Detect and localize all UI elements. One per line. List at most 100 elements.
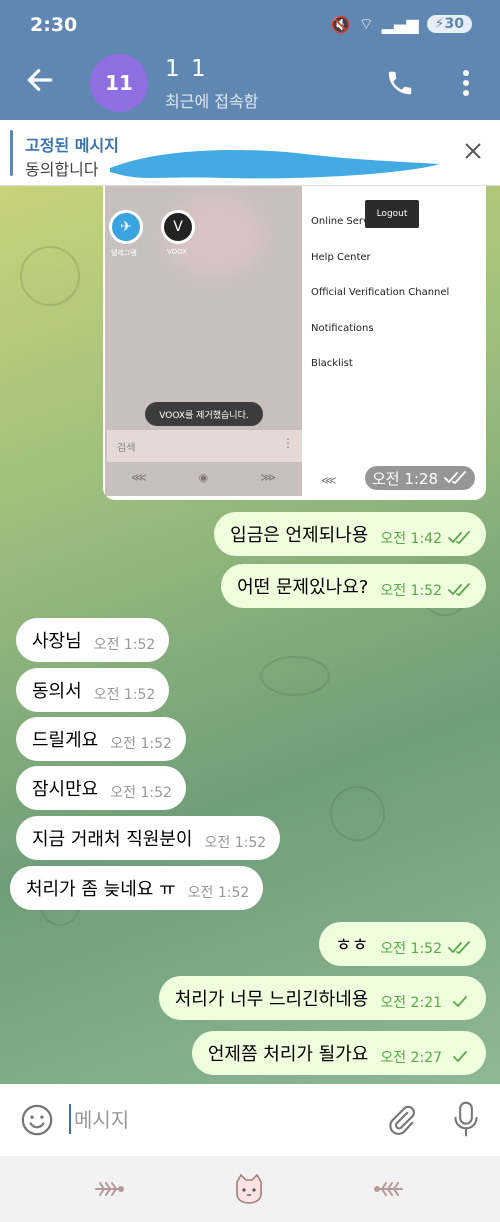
message-text: 사장님 <box>32 631 82 652</box>
message-meta: 오전 1:52 <box>94 634 156 654</box>
background-doodle <box>330 786 385 841</box>
avatar[interactable]: 11 <box>90 54 148 112</box>
menu-item: Online Serv <box>311 216 369 227</box>
more-icon: ⋮ <box>282 436 294 450</box>
pinned-text: 동의합니다 <box>25 160 99 179</box>
status-time: 2:30 <box>30 14 78 36</box>
home-nav-bar: ⋘ ◉ ⋙ <box>105 471 302 484</box>
app-label: 텔레그램 <box>111 249 137 257</box>
message-time: 오전 1:52 <box>93 687 156 703</box>
message-text: 드릴게요 <box>32 730 99 751</box>
message-text: 처리가 너무 느리긴하네용 <box>174 989 369 1010</box>
message-time: 오전 1:52 <box>110 736 172 752</box>
message-meta: 오전 1:52 <box>380 938 472 958</box>
double-check-icon <box>448 941 470 954</box>
pinned-message[interactable]: 고정된 메시지 동의합니다 <box>0 120 500 186</box>
menu-item: Notifications <box>311 323 374 334</box>
status-icons: 🔇 ⌔ ▂▄▆ ⚡30 <box>331 14 472 34</box>
screenshot-settings-menu: Online Serv Logout Help Center Official … <box>303 186 486 500</box>
chat-title[interactable]: 1 1 <box>165 56 208 82</box>
outgoing-message[interactable]: 처리가 너무 느리긴하네용 오전 2:21 <box>158 976 486 1020</box>
double-check-icon <box>448 583 470 596</box>
telegram-app-icon: ✈ <box>109 210 143 244</box>
voox-app-icon: V <box>161 210 195 244</box>
message-input[interactable]: 메시지 <box>74 1104 129 1133</box>
status-bar: 2:30 🔇 ⌔ ▂▄▆ ⚡30 <box>0 0 500 52</box>
outgoing-message[interactable]: 입금은 언제되나용 오전 1:42 <box>214 512 486 556</box>
outgoing-message[interactable]: ㅎㅎ 오전 1:52 <box>319 922 486 966</box>
menu-item: Help Center <box>311 252 371 263</box>
outgoing-message[interactable]: 어떤 문제있나요? 오전 1:52 <box>221 564 486 608</box>
system-navigation-bar <box>0 1156 500 1222</box>
message-input-bar: 메시지 <box>0 1084 500 1156</box>
phone-icon[interactable] <box>385 68 415 98</box>
background-doodle <box>260 656 330 696</box>
last-seen-status: 최근에 접속함 <box>165 92 259 111</box>
cat-home-icon[interactable] <box>231 1172 267 1206</box>
message-text: 언제쯤 처리가 될가요 <box>207 1044 369 1065</box>
battery-level: 30 <box>444 16 464 32</box>
top-bar: 2:30 🔇 ⌔ ▂▄▆ ⚡30 11 1 1 최근에 접속함 <box>0 0 500 120</box>
incoming-message[interactable]: 사장님 오전 1:52 <box>16 618 170 662</box>
screenshot-image-message[interactable]: ✈ 텔레그램 V VOOX VOOX를 제거했습니다. 검색 ⋮ ⋘ ◉ ⋙ O… <box>103 186 486 500</box>
screenshot-home-screen: ✈ 텔레그램 V VOOX VOOX를 제거했습니다. 검색 ⋮ ⋘ ◉ ⋙ <box>105 186 302 496</box>
outgoing-message[interactable]: 언제쯤 처리가 될가요 오전 2:27 <box>191 1031 486 1075</box>
message-time: 오전 1:42 <box>380 531 442 547</box>
message-text: 잠시만요 <box>32 779 99 800</box>
message-meta: 오전 1:42 <box>380 528 472 548</box>
message-time: 오전 1:52 <box>380 583 442 599</box>
chat-area[interactable]: ✈ 텔레그램 V VOOX VOOX를 제거했습니다. 검색 ⋮ ⋘ ◉ ⋙ O… <box>0 186 500 1084</box>
message-time: 오전 1:52 <box>204 835 267 851</box>
incoming-message[interactable]: 동의서 오전 1:52 <box>16 668 170 712</box>
fishbone-nav-icon[interactable] <box>372 1172 408 1206</box>
uninstall-toast: VOOX를 제거했습니다. <box>145 402 263 426</box>
incoming-message[interactable]: 드릴게요 오전 1:52 <box>16 717 186 761</box>
incoming-message[interactable]: 잠시만요 오전 1:52 <box>16 766 186 810</box>
fishbone-icon: ⋘ <box>321 474 337 487</box>
message-time: 오전 1:52 <box>380 941 442 957</box>
message-text: 지금 거래처 직원분이 <box>32 829 193 850</box>
message-text: ㅎㅎ <box>335 935 369 956</box>
fishbone-nav-icon[interactable] <box>90 1172 126 1206</box>
message-meta: 오전 2:27 <box>380 1047 472 1067</box>
message-meta: 오전 1:52 <box>204 832 266 852</box>
message-meta: 오전 1:52 <box>110 733 172 753</box>
message-time: 오전 1:52 <box>110 785 172 801</box>
double-check-icon <box>444 471 466 484</box>
message-time: 오전 2:27 <box>380 1050 442 1066</box>
back-arrow-icon[interactable] <box>24 64 56 96</box>
signal-icon: ▂▄▆ <box>381 14 419 34</box>
incoming-message[interactable]: 지금 거래처 직원분이 오전 1:52 <box>16 816 281 860</box>
message-text: 동의서 <box>32 681 82 702</box>
menu-item: Official Verification Channel <box>311 287 450 298</box>
message-text: 처리가 좀 늦네요 ㅠ <box>26 879 176 900</box>
message-meta: 오전 1:52 <box>380 580 472 600</box>
emoji-icon[interactable] <box>20 1103 54 1137</box>
single-check-icon <box>453 996 467 1007</box>
background-doodle <box>20 246 80 306</box>
message-meta: 오전 1:52 <box>94 684 156 704</box>
battery-indicator: ⚡30 <box>426 15 472 33</box>
app-label: VOOX <box>167 248 188 256</box>
logout-button: Logout <box>365 200 419 228</box>
more-options-icon[interactable] <box>458 68 474 98</box>
home-search-bar: 검색 ⋮ <box>107 430 302 462</box>
incoming-message[interactable]: 처리가 좀 늦네요 ㅠ 오전 1:52 <box>10 866 264 910</box>
close-icon[interactable] <box>462 140 484 162</box>
message-text: 어떤 문제있나요? <box>237 577 369 598</box>
double-check-icon <box>448 531 470 544</box>
microphone-icon[interactable] <box>452 1100 480 1138</box>
mute-icon: 🔇 <box>330 14 351 34</box>
menu-item: Blacklist <box>311 358 353 369</box>
redaction-scribble <box>110 149 440 179</box>
message-time-text: 오전 1:28 <box>371 469 439 488</box>
message-meta: 오전 1:52 <box>110 782 172 802</box>
fishbone-icon: ⋙ <box>260 471 276 484</box>
message-meta: 오전 2:21 <box>380 992 472 1012</box>
text-cursor <box>69 1104 71 1134</box>
message-time: 오전 2:21 <box>380 995 442 1011</box>
message-time: 오전 1:52 <box>187 885 250 901</box>
fishbone-icon: ⋘ <box>131 471 147 484</box>
attach-icon[interactable] <box>386 1102 416 1136</box>
cat-icon: ◉ <box>198 471 209 484</box>
